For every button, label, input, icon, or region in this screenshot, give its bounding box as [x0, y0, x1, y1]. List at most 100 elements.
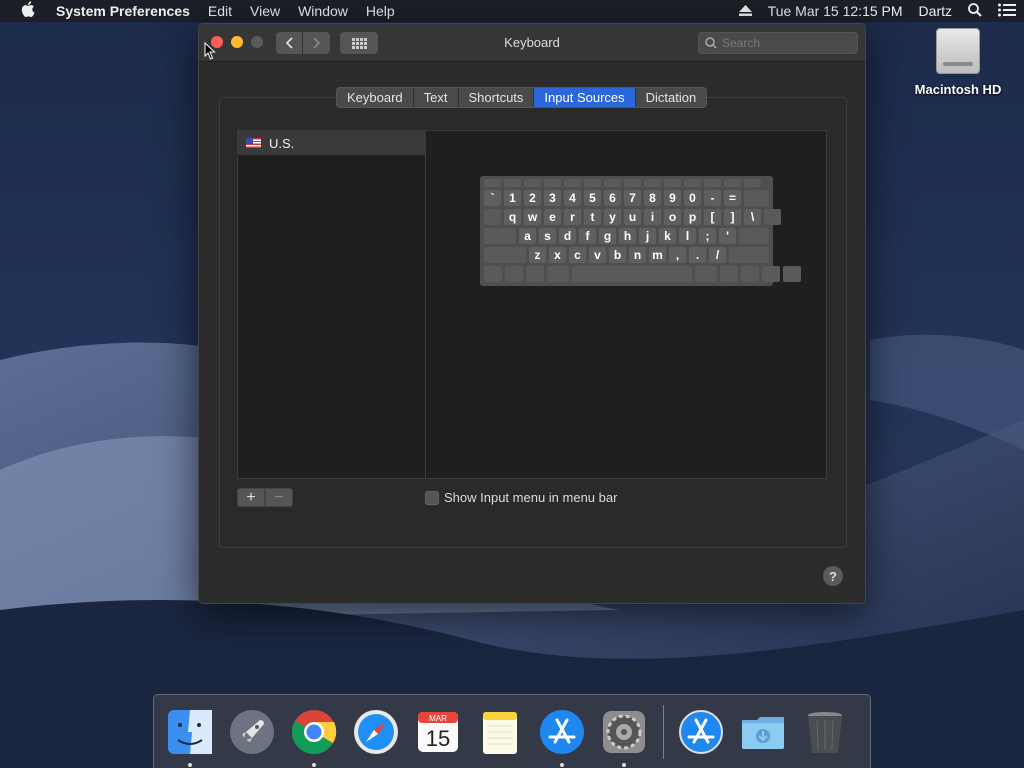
dock-item-notes[interactable]	[473, 705, 527, 759]
list-buttons: + −	[237, 488, 293, 507]
keyboard-key: u	[624, 209, 641, 225]
keyboard-key: `	[484, 190, 501, 206]
dock-item-launchpad[interactable]	[225, 705, 279, 759]
dock-item-safari[interactable]	[349, 705, 403, 759]
spotlight-icon[interactable]	[960, 2, 990, 20]
notification-center-icon[interactable]	[990, 3, 1024, 20]
keyboard-modifier-key	[729, 247, 769, 263]
dock-separator	[663, 704, 664, 759]
dock-item-chrome[interactable]	[287, 705, 341, 767]
keyboard-key: q	[504, 209, 521, 225]
show-input-menu-checkbox[interactable]	[425, 490, 439, 505]
launchpad-icon	[230, 709, 274, 754]
keyboard-key: h	[619, 228, 636, 244]
keyboard-key: n	[629, 247, 646, 263]
keyboard-key: z	[529, 247, 546, 263]
menu-user[interactable]: Dartz	[911, 3, 960, 19]
keyboard-key: y	[604, 209, 621, 225]
dock-item-app-store[interactable]	[535, 705, 589, 767]
list-item[interactable]: U.S.	[238, 131, 425, 155]
tab-bar: Keyboard Text Shortcuts Input Sources Di…	[336, 87, 708, 108]
tab-input-sources[interactable]: Input Sources	[534, 88, 636, 107]
hard-drive-icon	[936, 28, 980, 74]
keyboard-key: 6	[604, 190, 621, 206]
menu-edit[interactable]: Edit	[199, 3, 241, 19]
keyboard-key: a	[519, 228, 536, 244]
keyboard-key: w	[524, 209, 541, 225]
menu-app-name[interactable]: System Preferences	[56, 3, 199, 19]
apple-menu-icon[interactable]	[0, 1, 56, 21]
keyboard-key: 3	[544, 190, 561, 206]
keyboard-function-key	[644, 179, 661, 187]
eject-icon[interactable]	[731, 3, 760, 19]
keyboard-modifier-key	[744, 190, 769, 206]
menu-view[interactable]: View	[241, 3, 289, 19]
menu-help[interactable]: Help	[357, 3, 404, 19]
keyboard-key: 8	[644, 190, 661, 206]
keyboard-key: m	[649, 247, 666, 263]
keyboard-modifier-key	[484, 209, 501, 225]
keyboard-function-key	[704, 179, 721, 187]
keyboard-key: \	[744, 209, 761, 225]
help-button[interactable]: ?	[823, 566, 843, 586]
keyboard-key: f	[579, 228, 596, 244]
add-source-button[interactable]: +	[237, 488, 265, 507]
search-input[interactable]	[722, 36, 852, 50]
window-titlebar[interactable]: Keyboard	[199, 24, 865, 62]
keyboard-function-key	[664, 179, 681, 187]
keyboard-key: ,	[669, 247, 686, 263]
menu-clock[interactable]: Tue Mar 15 12:15 PM	[760, 3, 911, 19]
search-icon	[705, 37, 717, 49]
input-sources-list[interactable]: U.S.	[237, 130, 426, 479]
keyboard-modifier-key	[741, 266, 759, 282]
keyboard-key: j	[639, 228, 656, 244]
keyboard-modifier-key	[783, 266, 801, 282]
dock-item-downloads[interactable]	[736, 705, 790, 759]
keyboard-preferences-window: Keyboard Keyboard Text Shortcuts Input S…	[198, 23, 866, 604]
keyboard-modifier-key	[572, 266, 692, 282]
keyboard-key: =	[724, 190, 741, 206]
remove-source-button[interactable]: −	[265, 488, 293, 507]
finder-icon	[168, 709, 212, 754]
dock-item-system-preferences[interactable]	[597, 705, 651, 767]
dock-item-app-store-downloads[interactable]	[674, 705, 728, 759]
menu-window[interactable]: Window	[289, 3, 357, 19]
keyboard-key: 7	[624, 190, 641, 206]
keyboard-modifier-key	[739, 228, 769, 244]
macintosh-hd-desktop-icon[interactable]: Macintosh HD	[906, 28, 1010, 97]
keyboard-function-key	[604, 179, 621, 187]
keyboard-key: v	[589, 247, 606, 263]
safari-icon	[354, 709, 398, 754]
dock-item-trash[interactable]	[798, 705, 852, 759]
keyboard-key: c	[569, 247, 586, 263]
system-preferences-icon	[603, 710, 645, 753]
tab-keyboard[interactable]: Keyboard	[337, 88, 414, 107]
keyboard-key: -	[704, 190, 721, 206]
keyboard-key: 9	[664, 190, 681, 206]
dock-item-finder[interactable]	[163, 705, 217, 767]
calendar-month: MAR	[429, 714, 447, 723]
tab-text[interactable]: Text	[414, 88, 459, 107]
keyboard-key: 0	[684, 190, 701, 206]
chrome-icon	[292, 709, 337, 754]
keyboard-function-key	[684, 179, 701, 187]
keyboard-key: g	[599, 228, 616, 244]
tab-dictation[interactable]: Dictation	[636, 88, 707, 107]
show-input-menu-option[interactable]: Show Input menu in menu bar	[425, 490, 617, 505]
search-field[interactable]	[698, 32, 858, 54]
keyboard-function-key	[484, 179, 501, 187]
keyboard-function-key	[724, 179, 741, 187]
keyboard-key: '	[719, 228, 736, 244]
keyboard-function-row	[484, 179, 769, 187]
keyboard-modifier-key	[720, 266, 738, 282]
dock-item-calendar[interactable]: MAR 15	[411, 705, 465, 759]
downloads-folder-icon	[742, 716, 784, 749]
show-input-menu-label[interactable]: Show Input menu in menu bar	[444, 490, 617, 505]
menu-bar: System Preferences Edit View Window Help…	[0, 0, 1024, 22]
keyboard-modifier-key	[505, 266, 523, 282]
keyboard-bottom-row	[484, 266, 801, 282]
app-store-icon	[540, 709, 584, 754]
keyboard-row: ` 1 2 3 4 5 6 7 8 9 0- =	[484, 190, 769, 206]
tab-shortcuts[interactable]: Shortcuts	[459, 88, 535, 107]
notes-icon	[483, 711, 517, 754]
